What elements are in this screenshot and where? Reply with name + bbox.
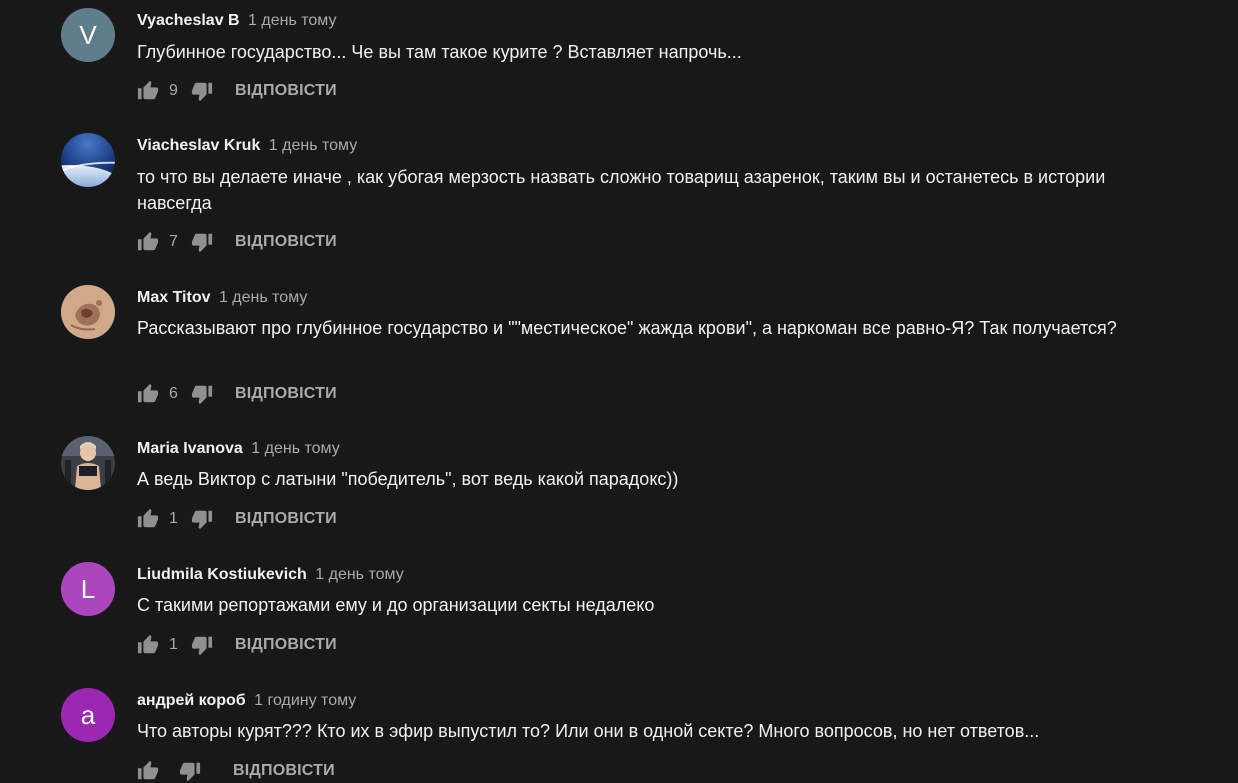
author-name[interactable]: Vyacheslav B <box>137 12 240 29</box>
thumb-up-icon[interactable] <box>137 508 159 530</box>
comment-text: то что вы делаете иначе , как убогая мер… <box>137 167 1106 213</box>
reply-button[interactable]: ВІДПОВІСТИ <box>235 510 337 528</box>
comment-header: Vyacheslav B 1 день тому <box>137 10 336 32</box>
reply-button[interactable]: ВІДПОВІСТИ <box>235 233 337 251</box>
comment-header: Liudmila Kostiukevich 1 день тому <box>137 564 404 586</box>
like-count: 9 <box>169 82 178 99</box>
comment-text: А ведь Виктор с латыни "победитель", вот… <box>137 469 679 489</box>
avatar-initial: a <box>80 699 96 730</box>
reply-button[interactable]: ВІДПОВІСТИ <box>235 82 337 100</box>
reply-button[interactable]: ВІДПОВІСТИ <box>233 762 335 780</box>
author-name[interactable]: андрей короб <box>137 692 246 709</box>
author-name[interactable]: Viacheslav Kruk <box>137 137 260 154</box>
thumb-down-icon[interactable] <box>191 383 213 405</box>
thumb-down-icon[interactable] <box>191 634 213 656</box>
reply-button[interactable]: ВІДПОВІСТИ <box>235 385 337 403</box>
person-gym-photo-icon <box>61 436 115 490</box>
avatar[interactable]: V <box>61 8 115 62</box>
like-count: 1 <box>169 510 178 527</box>
comment-header: андрей короб 1 годину тому <box>137 690 356 712</box>
comment-header: Maria Ivanova 1 день тому <box>137 438 340 460</box>
comment-time[interactable]: 1 день тому <box>248 12 336 29</box>
avatar[interactable] <box>61 133 115 187</box>
comment-text: Глубинное государство... Че вы там такое… <box>137 42 742 62</box>
comment-time[interactable]: 1 годину тому <box>254 692 356 709</box>
comment-actions: 1 ВІДПОВІСТИ <box>137 633 337 657</box>
thumb-up-icon[interactable] <box>137 760 159 782</box>
comment-text: С такими репортажами ему и до организаци… <box>137 595 655 615</box>
comment-text: Что авторы курят??? Кто их в эфир выпуст… <box>137 721 1040 741</box>
thumb-down-icon[interactable] <box>179 760 201 782</box>
comments-section: V Vyacheslav B 1 день тому Глубинное гос… <box>0 0 1238 783</box>
tattoo-photo-icon <box>61 285 115 339</box>
avatar[interactable]: L <box>61 562 115 616</box>
comment-time[interactable]: 1 день тому <box>219 289 307 306</box>
comment-text: Рассказывают про глубинное государство и… <box>137 318 1117 338</box>
like-count: 1 <box>169 636 178 653</box>
comment-header: Viacheslav Kruk 1 день тому <box>137 135 357 157</box>
thumb-down-icon[interactable] <box>191 80 213 102</box>
thumb-up-icon[interactable] <box>137 80 159 102</box>
thumb-up-icon[interactable] <box>137 634 159 656</box>
thumb-down-icon[interactable] <box>191 231 213 253</box>
avatar-initial: L <box>80 573 96 604</box>
earth-from-space-icon <box>61 133 115 187</box>
author-name[interactable]: Max Titov <box>137 289 211 306</box>
reply-button[interactable]: ВІДПОВІСТИ <box>235 636 337 654</box>
thumb-down-icon[interactable] <box>191 508 213 530</box>
comment-time[interactable]: 1 день тому <box>269 137 357 154</box>
author-name[interactable]: Maria Ivanova <box>137 440 243 457</box>
thumb-up-icon[interactable] <box>137 231 159 253</box>
like-count: 6 <box>169 385 178 402</box>
avatar[interactable] <box>61 436 115 490</box>
comment-header: Max Titov 1 день тому <box>137 287 307 309</box>
comment-actions: 7 ВІДПОВІСТИ <box>137 230 337 254</box>
avatar[interactable]: a <box>61 688 115 742</box>
avatar-initial: V <box>79 19 97 50</box>
comment-actions: ВІДПОВІСТИ <box>137 759 335 783</box>
comment-time[interactable]: 1 день тому <box>315 566 403 583</box>
comment-actions: 9 ВІДПОВІСТИ <box>137 79 337 103</box>
like-count: 7 <box>169 233 178 250</box>
comment-actions: 1 ВІДПОВІСТИ <box>137 507 337 531</box>
comment-time[interactable]: 1 день тому <box>251 440 339 457</box>
thumb-up-icon[interactable] <box>137 383 159 405</box>
avatar[interactable] <box>61 285 115 339</box>
author-name[interactable]: Liudmila Kostiukevich <box>137 566 307 583</box>
comment-actions: 6 ВІДПОВІСТИ <box>137 382 337 406</box>
